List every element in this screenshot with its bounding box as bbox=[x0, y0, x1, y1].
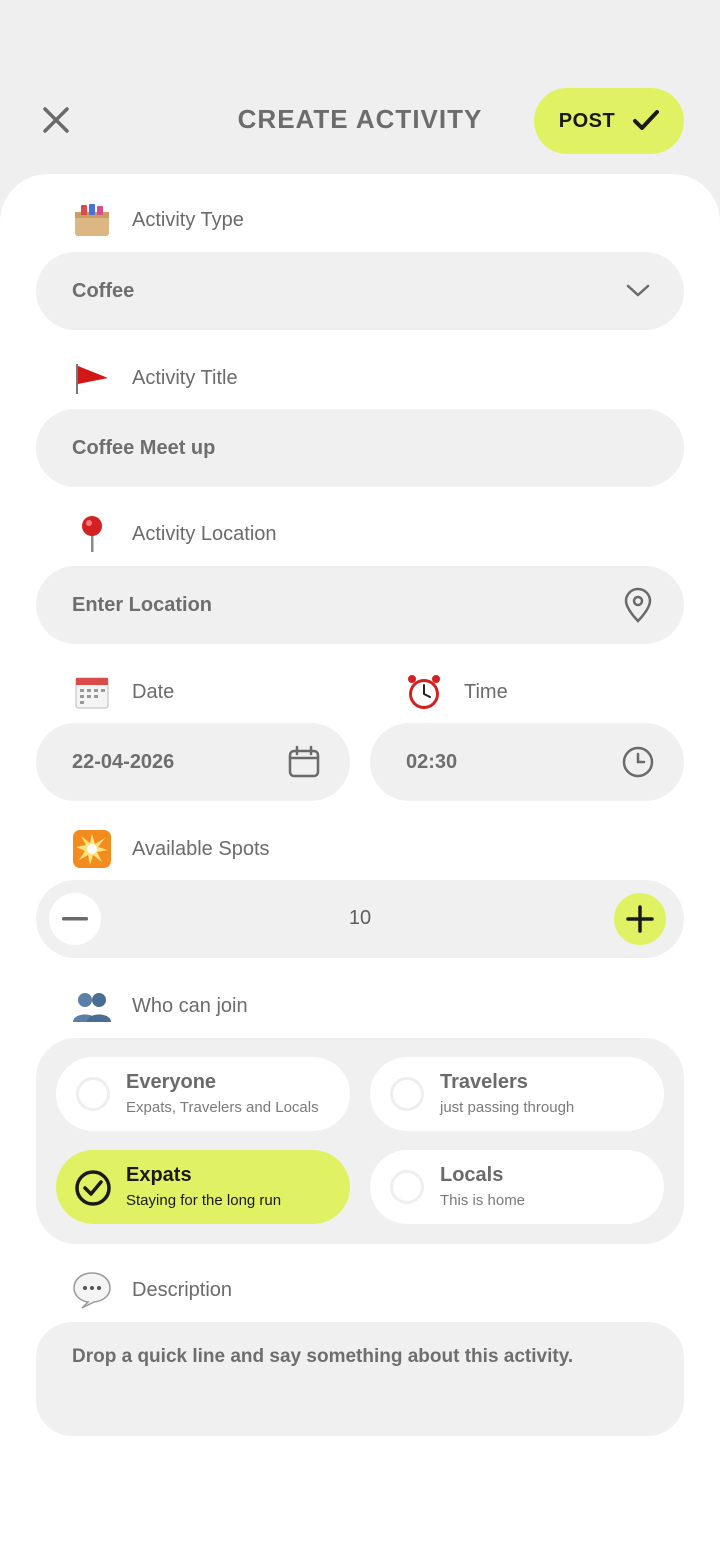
time-label: Time bbox=[464, 680, 508, 703]
audience-options: Everyone Expats, Travelers and Locals Tr… bbox=[36, 1038, 684, 1244]
checkmark-icon bbox=[633, 110, 660, 130]
radio-unchecked-icon bbox=[390, 1170, 424, 1204]
plus-icon bbox=[626, 905, 654, 933]
chevron-down-icon bbox=[620, 273, 656, 309]
map-pin-icon[interactable] bbox=[620, 587, 656, 623]
option-travelers[interactable]: Travelers just passing through bbox=[370, 1057, 664, 1131]
post-button[interactable]: POST bbox=[534, 88, 684, 154]
option-title: Expats bbox=[126, 1164, 192, 1186]
spiral-calendar-emoji-icon bbox=[72, 672, 112, 712]
time-label-row: Time bbox=[404, 670, 508, 714]
date-label-row: Date bbox=[72, 670, 174, 714]
option-locals[interactable]: Locals This is home bbox=[370, 1150, 664, 1224]
spots-value: 10 bbox=[348, 907, 372, 929]
location-input[interactable]: Enter Location bbox=[36, 566, 684, 644]
header: CREATE ACTIVITY POST bbox=[0, 0, 720, 200]
calendar-icon[interactable] bbox=[286, 744, 322, 780]
increment-button[interactable] bbox=[614, 893, 666, 945]
activity-location-label-row: Activity Location bbox=[72, 512, 277, 556]
activity-title-input[interactable]: Coffee Meet up bbox=[36, 409, 684, 487]
alarm-clock-emoji-icon bbox=[404, 672, 444, 712]
time-value: 02:30 bbox=[406, 750, 458, 773]
who-can-join-label-row: Who can join bbox=[72, 984, 248, 1028]
description-textarea[interactable]: Drop a quick line and say something abou… bbox=[36, 1322, 684, 1436]
description-label: Description bbox=[132, 1278, 233, 1301]
red-flag-emoji-icon bbox=[72, 358, 112, 398]
post-button-label: POST bbox=[558, 109, 616, 132]
date-label: Date bbox=[132, 680, 175, 703]
busts-in-silhouette-emoji-icon bbox=[72, 986, 112, 1026]
date-input[interactable]: 22-04-2026 bbox=[36, 723, 350, 801]
activity-type-label-row: Activity Type bbox=[72, 198, 244, 242]
card-file-box-emoji-icon bbox=[72, 200, 112, 240]
option-subtitle: This is home bbox=[440, 1192, 526, 1209]
option-subtitle: just passing through bbox=[440, 1099, 575, 1116]
location-placeholder: Enter Location bbox=[72, 593, 213, 616]
time-input[interactable]: 02:30 bbox=[370, 723, 684, 801]
option-expats[interactable]: Expats Staying for the long run bbox=[56, 1150, 350, 1224]
activity-title-label-row: Activity Title bbox=[72, 356, 238, 400]
description-label-row: Description bbox=[72, 1268, 232, 1312]
spots-label-row: Available Spots bbox=[72, 827, 270, 871]
round-pushpin-emoji-icon bbox=[72, 514, 112, 554]
radio-unchecked-icon bbox=[76, 1077, 110, 1111]
option-everyone[interactable]: Everyone Expats, Travelers and Locals bbox=[56, 1057, 350, 1131]
speech-balloon-emoji-icon bbox=[72, 1270, 112, 1310]
option-subtitle: Expats, Travelers and Locals bbox=[126, 1099, 319, 1116]
activity-location-label: Activity Location bbox=[132, 522, 277, 545]
radio-unchecked-icon bbox=[390, 1077, 424, 1111]
activity-type-label: Activity Type bbox=[132, 208, 244, 231]
spots-stepper: 10 bbox=[36, 880, 684, 958]
activity-type-select[interactable]: Coffee bbox=[36, 252, 684, 330]
option-subtitle: Staying for the long run bbox=[126, 1192, 282, 1209]
eight-pointed-star-emoji-icon bbox=[72, 829, 112, 869]
clock-icon[interactable] bbox=[620, 744, 656, 780]
who-can-join-label: Who can join bbox=[132, 994, 248, 1017]
radio-checked-icon bbox=[75, 1170, 111, 1206]
activity-type-value: Coffee bbox=[72, 279, 135, 302]
option-title: Everyone bbox=[126, 1071, 217, 1093]
description-placeholder: Drop a quick line and say something abou… bbox=[72, 1346, 574, 1367]
activity-title-label: Activity Title bbox=[132, 366, 238, 389]
spots-label: Available Spots bbox=[132, 837, 270, 860]
date-value: 22-04-2026 bbox=[72, 750, 175, 773]
activity-title-value: Coffee Meet up bbox=[72, 436, 216, 459]
option-title: Locals bbox=[440, 1164, 504, 1186]
option-title: Travelers bbox=[440, 1071, 528, 1093]
